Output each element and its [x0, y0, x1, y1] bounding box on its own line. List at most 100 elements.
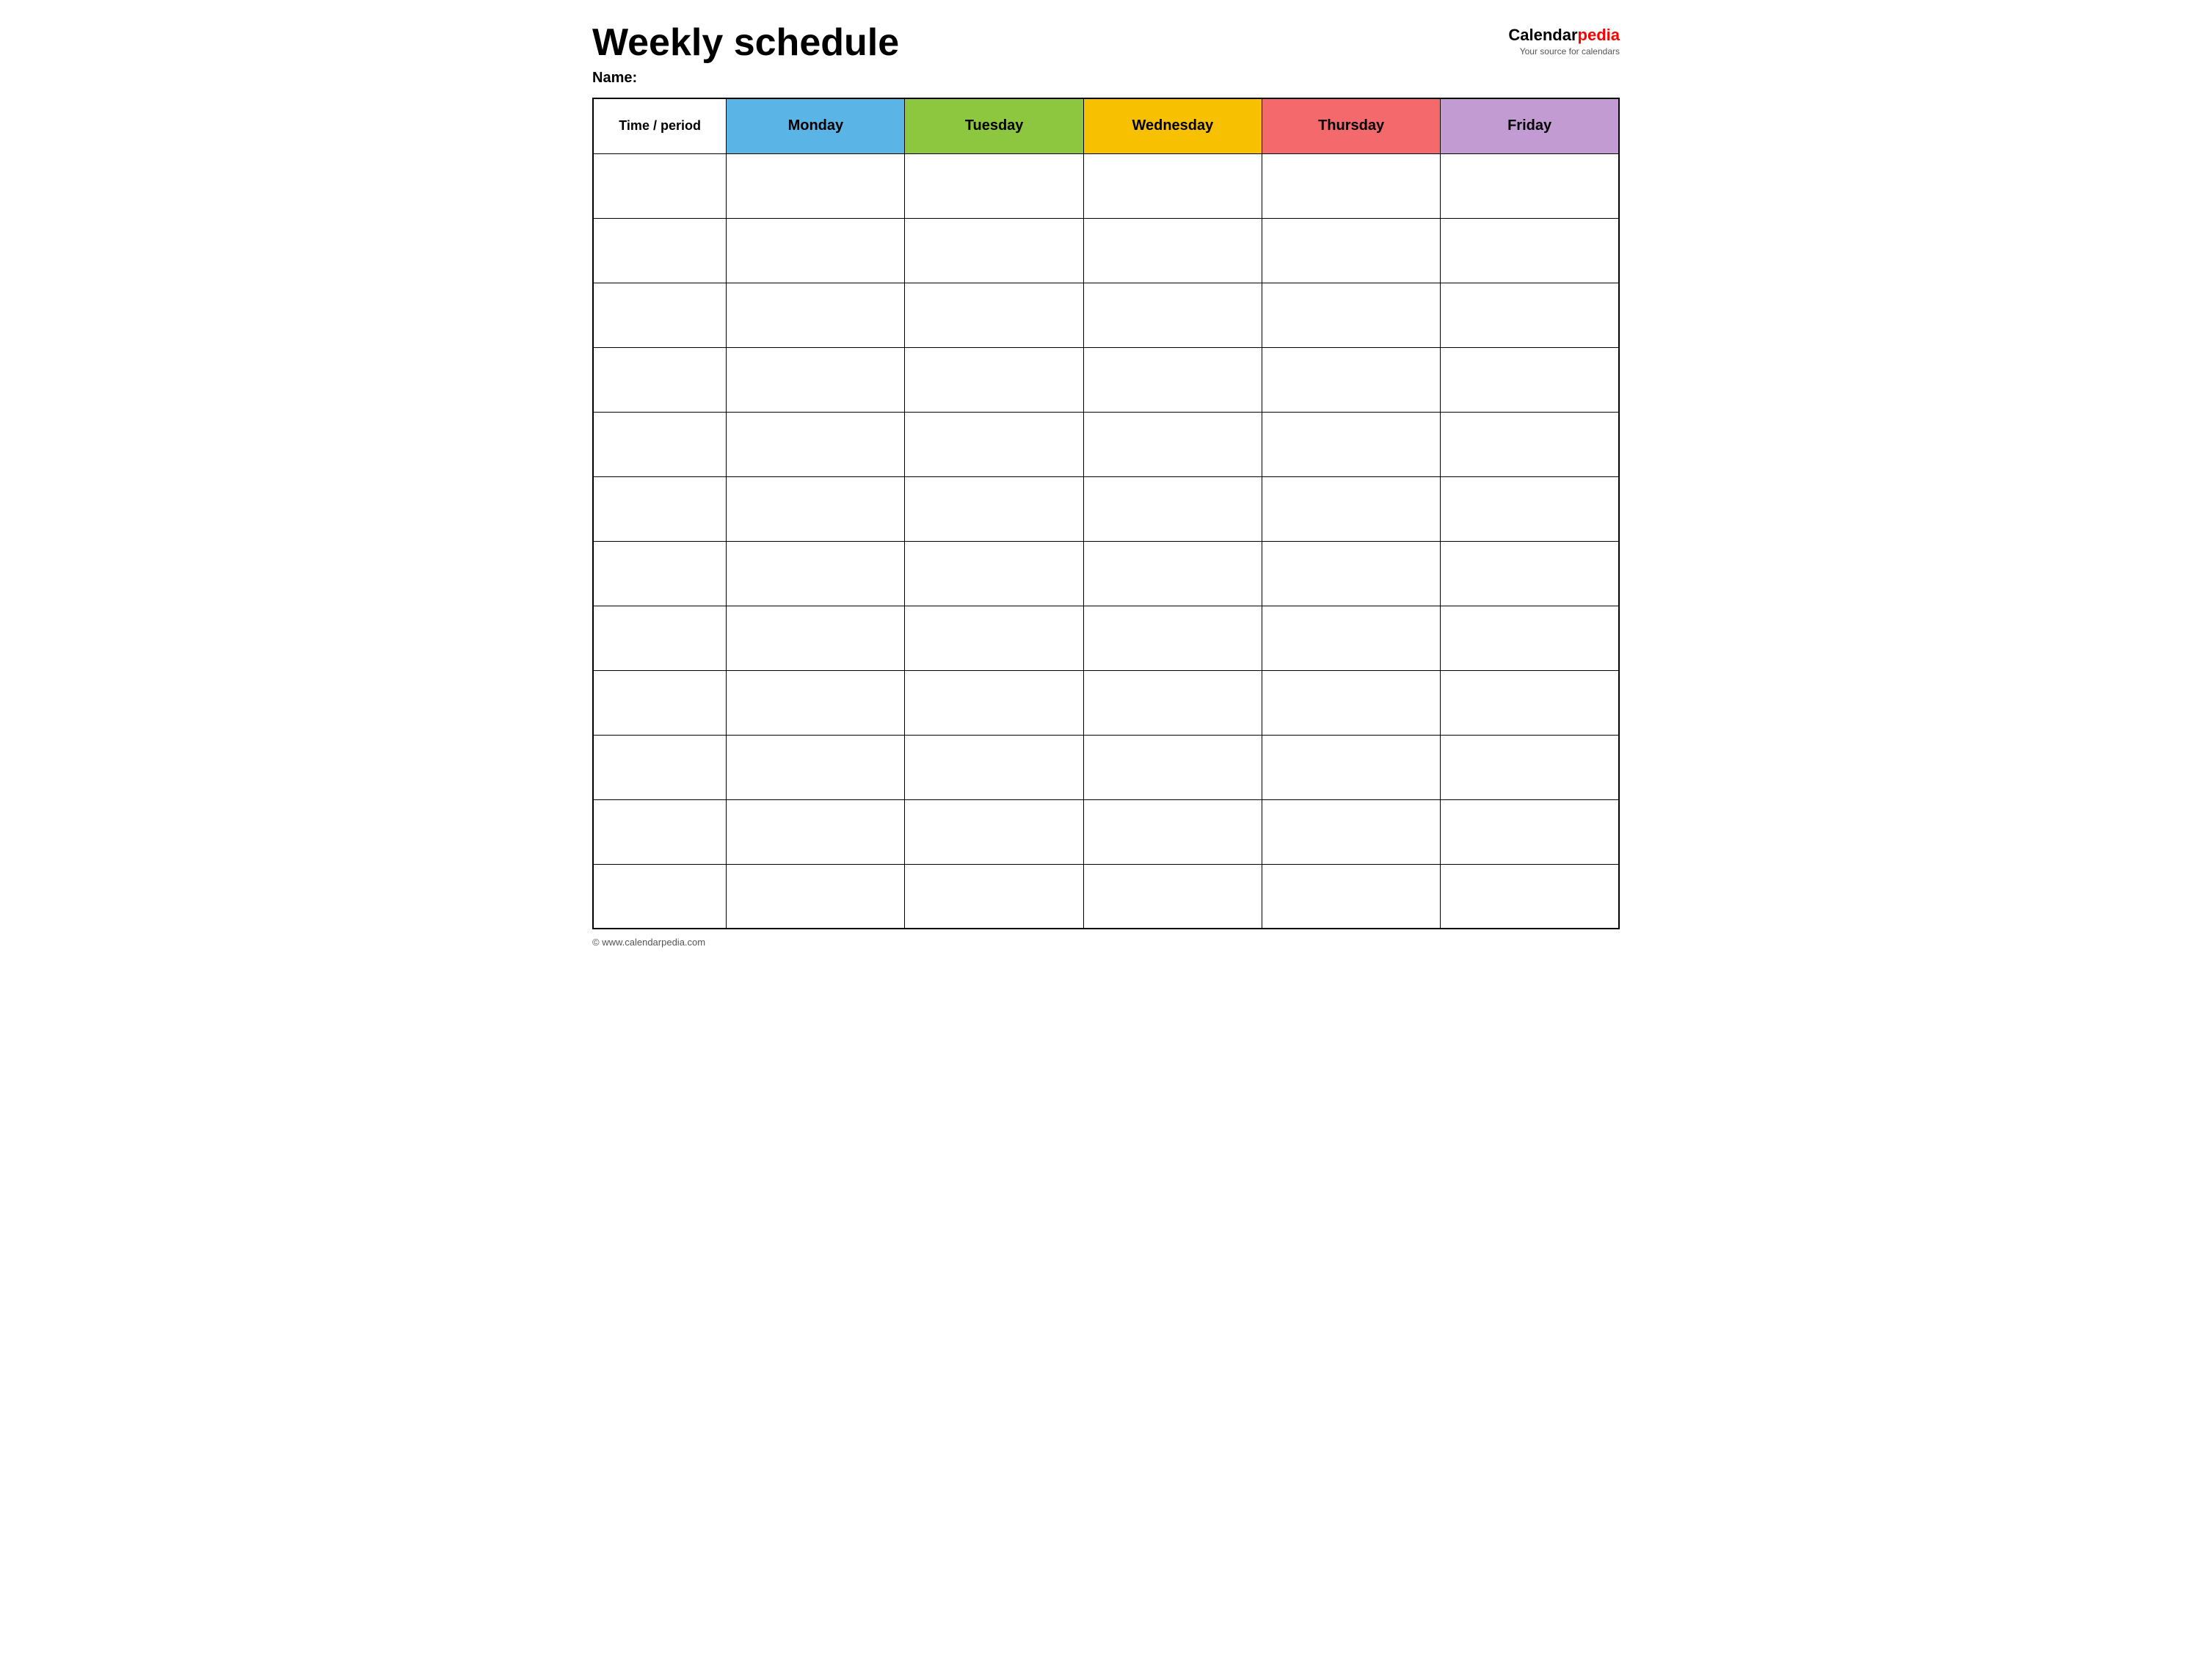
cell-row0-col1[interactable] [727, 153, 905, 218]
cell-row6-col0[interactable] [593, 541, 727, 606]
cell-row5-col5[interactable] [1441, 476, 1619, 541]
cell-row3-col2[interactable] [905, 347, 1083, 412]
cell-row9-col5[interactable] [1441, 735, 1619, 799]
table-row [593, 735, 1619, 799]
page-wrapper: Weekly schedule Name: Calendarpedia Your… [592, 22, 1620, 948]
table-row [593, 347, 1619, 412]
cell-row7-col5[interactable] [1441, 606, 1619, 670]
cell-row10-col4[interactable] [1262, 799, 1440, 864]
cell-row4-col3[interactable] [1083, 412, 1262, 476]
cell-row6-col5[interactable] [1441, 541, 1619, 606]
cell-row4-col5[interactable] [1441, 412, 1619, 476]
cell-row0-col0[interactable] [593, 153, 727, 218]
logo-text: Calendarpedia [1508, 26, 1620, 45]
cell-row2-col3[interactable] [1083, 283, 1262, 347]
cell-row3-col1[interactable] [727, 347, 905, 412]
cell-row10-col1[interactable] [727, 799, 905, 864]
cell-row2-col5[interactable] [1441, 283, 1619, 347]
logo-tagline: Your source for calendars [1520, 46, 1620, 57]
cell-row0-col2[interactable] [905, 153, 1083, 218]
cell-row8-col4[interactable] [1262, 670, 1440, 735]
cell-row1-col1[interactable] [727, 218, 905, 283]
cell-row2-col4[interactable] [1262, 283, 1440, 347]
cell-row9-col4[interactable] [1262, 735, 1440, 799]
footer-copyright: © www.calendarpedia.com [592, 937, 1620, 948]
schedule-body [593, 153, 1619, 929]
cell-row2-col0[interactable] [593, 283, 727, 347]
page-title: Weekly schedule [592, 22, 899, 64]
cell-row8-col3[interactable] [1083, 670, 1262, 735]
cell-row7-col2[interactable] [905, 606, 1083, 670]
cell-row1-col2[interactable] [905, 218, 1083, 283]
cell-row5-col3[interactable] [1083, 476, 1262, 541]
name-label: Name: [592, 70, 899, 87]
cell-row11-col4[interactable] [1262, 864, 1440, 929]
table-row [593, 799, 1619, 864]
col-header-monday: Monday [727, 98, 905, 153]
table-row [593, 670, 1619, 735]
cell-row7-col1[interactable] [727, 606, 905, 670]
cell-row4-col2[interactable] [905, 412, 1083, 476]
cell-row10-col3[interactable] [1083, 799, 1262, 864]
cell-row5-col4[interactable] [1262, 476, 1440, 541]
title-block: Weekly schedule Name: [592, 22, 899, 87]
cell-row8-col5[interactable] [1441, 670, 1619, 735]
cell-row11-col5[interactable] [1441, 864, 1619, 929]
cell-row8-col2[interactable] [905, 670, 1083, 735]
cell-row1-col4[interactable] [1262, 218, 1440, 283]
cell-row6-col3[interactable] [1083, 541, 1262, 606]
cell-row8-col1[interactable] [727, 670, 905, 735]
col-header-time: Time / period [593, 98, 727, 153]
cell-row10-col0[interactable] [593, 799, 727, 864]
cell-row5-col1[interactable] [727, 476, 905, 541]
cell-row7-col3[interactable] [1083, 606, 1262, 670]
cell-row11-col1[interactable] [727, 864, 905, 929]
col-header-wednesday: Wednesday [1083, 98, 1262, 153]
cell-row5-col2[interactable] [905, 476, 1083, 541]
cell-row1-col0[interactable] [593, 218, 727, 283]
cell-row10-col5[interactable] [1441, 799, 1619, 864]
cell-row7-col4[interactable] [1262, 606, 1440, 670]
table-row [593, 541, 1619, 606]
header-section: Weekly schedule Name: Calendarpedia Your… [592, 22, 1620, 87]
cell-row9-col0[interactable] [593, 735, 727, 799]
cell-row3-col3[interactable] [1083, 347, 1262, 412]
table-row [593, 218, 1619, 283]
cell-row11-col0[interactable] [593, 864, 727, 929]
cell-row11-col3[interactable] [1083, 864, 1262, 929]
cell-row8-col0[interactable] [593, 670, 727, 735]
cell-row4-col1[interactable] [727, 412, 905, 476]
cell-row9-col3[interactable] [1083, 735, 1262, 799]
cell-row3-col4[interactable] [1262, 347, 1440, 412]
logo-block: Calendarpedia Your source for calendars [1508, 26, 1620, 57]
cell-row10-col2[interactable] [905, 799, 1083, 864]
cell-row0-col5[interactable] [1441, 153, 1619, 218]
cell-row5-col0[interactable] [593, 476, 727, 541]
table-row [593, 476, 1619, 541]
cell-row6-col1[interactable] [727, 541, 905, 606]
cell-row6-col4[interactable] [1262, 541, 1440, 606]
cell-row3-col0[interactable] [593, 347, 727, 412]
cell-row2-col1[interactable] [727, 283, 905, 347]
logo-calendar-part: Calendar [1508, 26, 1577, 44]
table-row [593, 283, 1619, 347]
cell-row11-col2[interactable] [905, 864, 1083, 929]
table-row [593, 153, 1619, 218]
col-header-friday: Friday [1441, 98, 1619, 153]
cell-row0-col3[interactable] [1083, 153, 1262, 218]
cell-row6-col2[interactable] [905, 541, 1083, 606]
cell-row2-col2[interactable] [905, 283, 1083, 347]
cell-row9-col1[interactable] [727, 735, 905, 799]
table-row [593, 864, 1619, 929]
col-header-thursday: Thursday [1262, 98, 1440, 153]
table-row [593, 606, 1619, 670]
col-header-tuesday: Tuesday [905, 98, 1083, 153]
cell-row3-col5[interactable] [1441, 347, 1619, 412]
cell-row1-col5[interactable] [1441, 218, 1619, 283]
cell-row4-col4[interactable] [1262, 412, 1440, 476]
cell-row9-col2[interactable] [905, 735, 1083, 799]
cell-row4-col0[interactable] [593, 412, 727, 476]
cell-row7-col0[interactable] [593, 606, 727, 670]
cell-row1-col3[interactable] [1083, 218, 1262, 283]
cell-row0-col4[interactable] [1262, 153, 1440, 218]
